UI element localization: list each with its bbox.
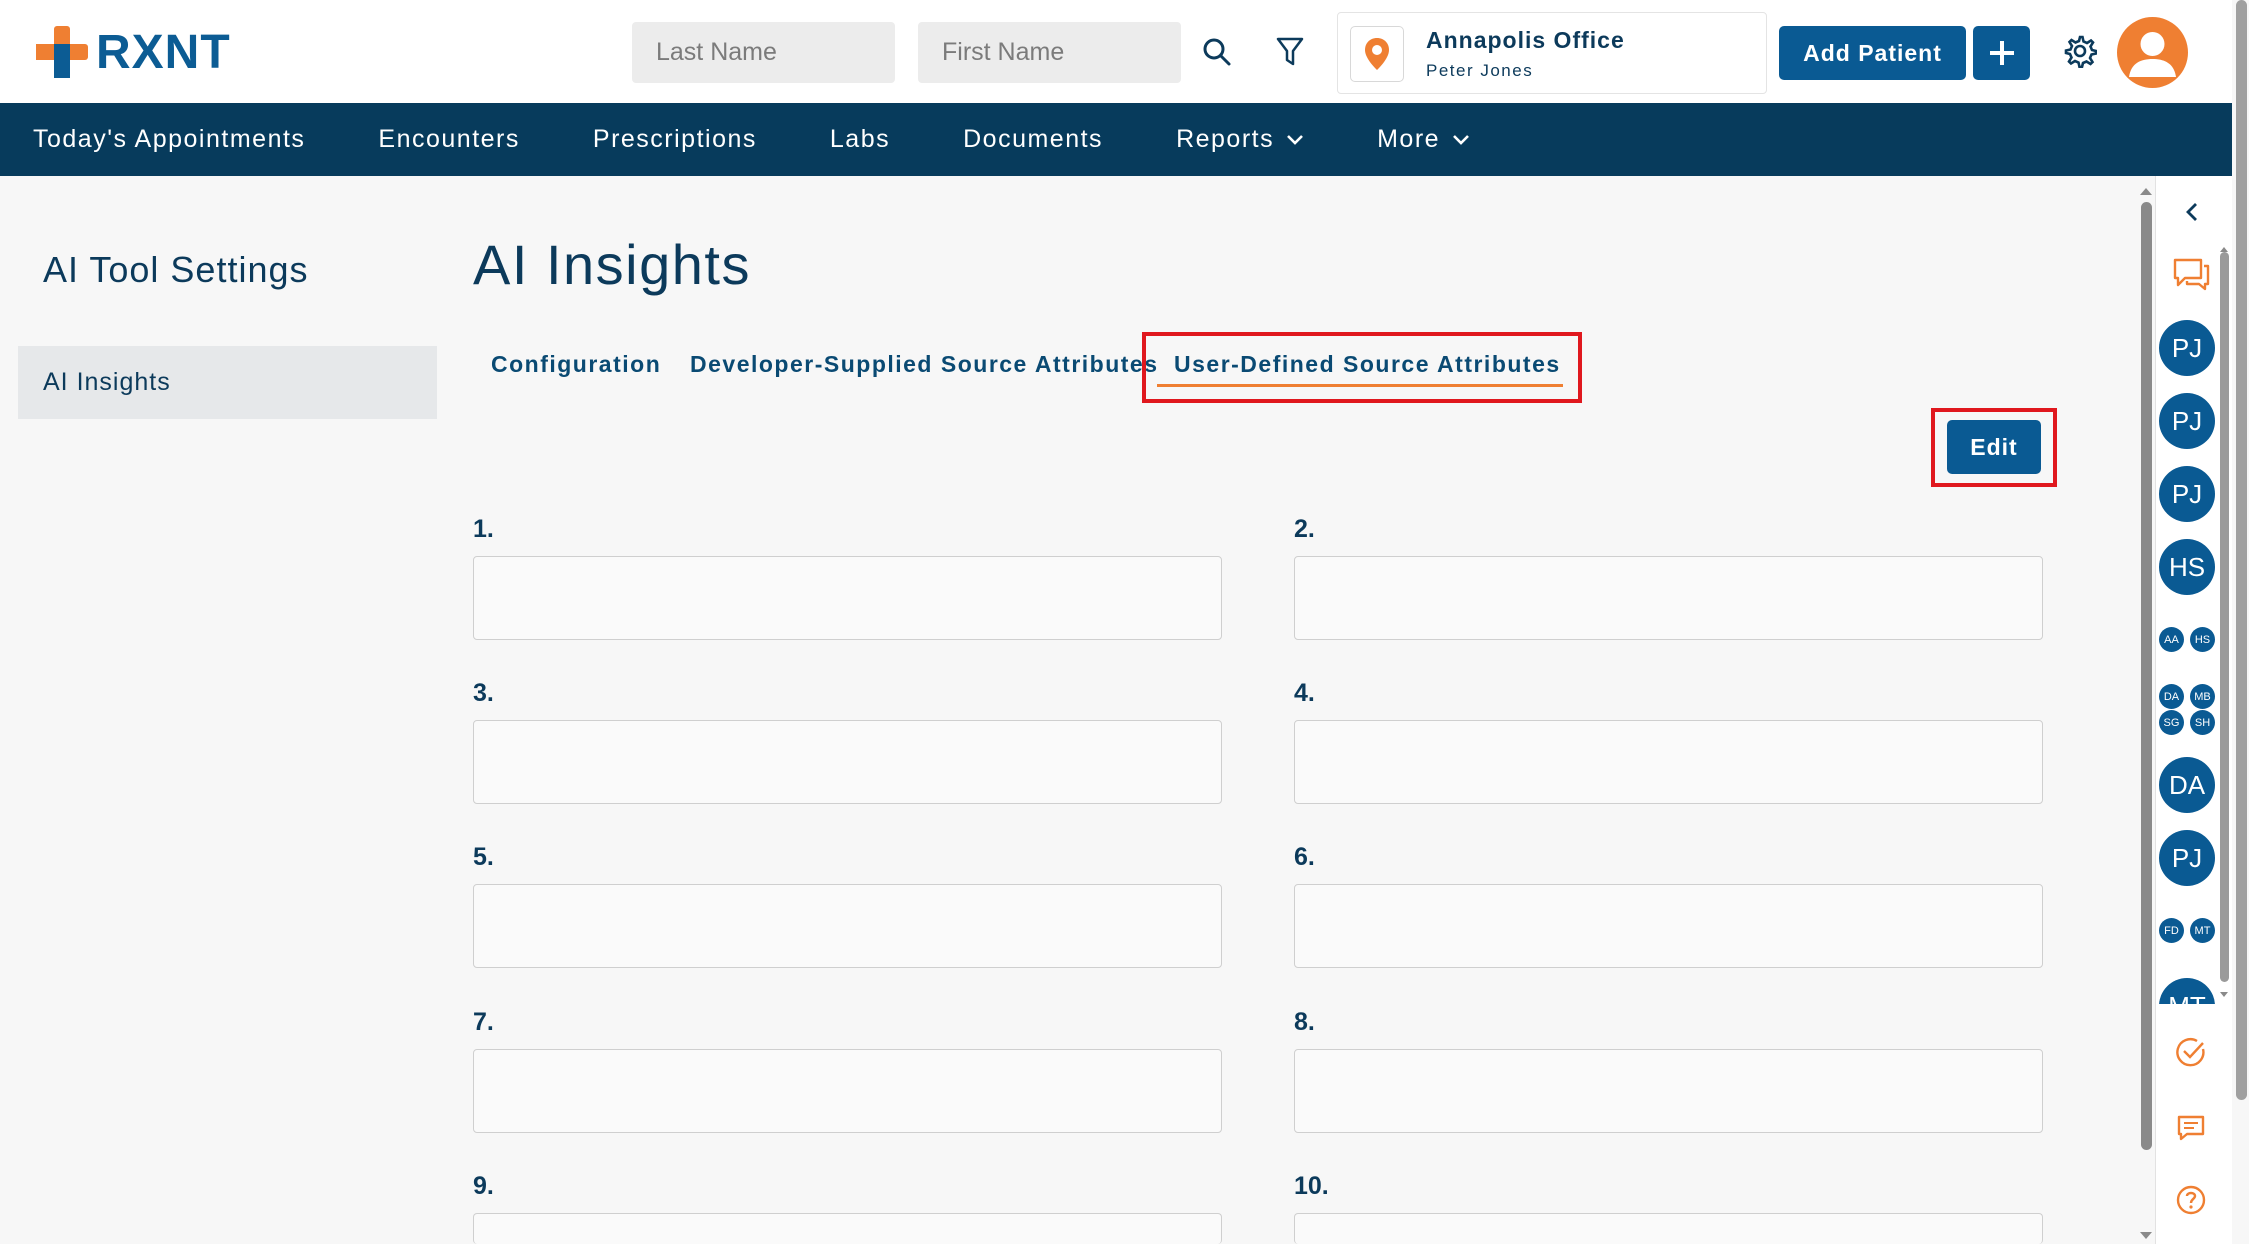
nav-labs[interactable]: Labs <box>830 125 890 154</box>
field-label-6: 6. <box>1294 843 1315 871</box>
office-name: Annapolis Office <box>1426 27 1625 53</box>
group-chat-avatar[interactable]: SH <box>2190 710 2215 735</box>
nav-todays-appointments[interactable]: Today's Appointments <box>33 125 305 154</box>
group-chat-avatar[interactable]: FD <box>2159 918 2184 943</box>
nav-label: Prescriptions <box>592 125 757 153</box>
chat-avatar[interactable]: MT <box>2159 978 2215 1004</box>
chat-avatar[interactable]: HS <box>2159 539 2215 595</box>
rail-scroll-up-icon[interactable] <box>2218 244 2230 254</box>
gear-icon[interactable] <box>2060 31 2100 71</box>
logo-cross-icon <box>36 26 88 78</box>
rail-scroll-thumb[interactable] <box>2220 252 2229 982</box>
field-label-5: 5. <box>473 843 494 871</box>
nav-prescriptions[interactable]: Prescriptions <box>593 125 757 154</box>
group-chat-avatar[interactable]: MT <box>2190 918 2215 943</box>
sidebar-title: AI Tool Settings <box>43 249 309 290</box>
sidebar-item-ai-insights[interactable]: AI Insights <box>18 346 437 419</box>
attribute-input-5[interactable] <box>473 884 1222 968</box>
attribute-input-4[interactable] <box>1294 720 2043 804</box>
scroll-down-icon[interactable] <box>2137 1230 2155 1242</box>
chevron-down-icon <box>1452 134 1470 146</box>
top-header: RXNT Annapolis Office Peter Jones Add Pa… <box>0 0 2232 103</box>
message-icon[interactable] <box>2173 1110 2209 1146</box>
attribute-input-6[interactable] <box>1294 884 2043 968</box>
chat-bubbles-icon[interactable] <box>2169 254 2213 294</box>
attribute-input-8[interactable] <box>1294 1049 2043 1133</box>
attribute-input-1[interactable] <box>473 556 1222 640</box>
attribute-input-3[interactable] <box>473 720 1222 804</box>
nav-more[interactable]: More <box>1377 125 1470 154</box>
attribute-input-2[interactable] <box>1294 556 2043 640</box>
user-avatar[interactable] <box>2117 17 2188 88</box>
field-label-1: 1. <box>473 515 494 543</box>
chat-avatar-cut-wrapper: MT <box>2159 978 2215 1004</box>
field-label-3: 3. <box>473 679 494 707</box>
chevron-left-icon[interactable] <box>2176 196 2208 228</box>
tab-configuration[interactable]: Configuration <box>491 351 661 378</box>
page-title: AI Insights <box>473 233 751 296</box>
chat-avatar[interactable]: PJ <box>2159 320 2215 376</box>
chat-avatar[interactable]: DA <box>2159 757 2215 813</box>
chat-avatar[interactable]: PJ <box>2159 393 2215 449</box>
logo-text: RXNT <box>96 25 231 79</box>
main-nav: Today's Appointments Encounters Prescrip… <box>0 103 2232 176</box>
nav-label: Documents <box>963 125 1104 153</box>
add-patient-button[interactable]: Add Patient <box>1779 26 1966 80</box>
scroll-up-icon[interactable] <box>2137 185 2155 197</box>
nav-label: Encounters <box>378 125 520 153</box>
chevron-down-icon <box>1286 134 1304 146</box>
attribute-input-10[interactable] <box>1294 1213 2043 1244</box>
task-check-icon[interactable] <box>2173 1034 2209 1070</box>
nav-encounters[interactable]: Encounters <box>378 125 519 154</box>
rail-scroll-down-icon[interactable] <box>2218 990 2230 1000</box>
group-chat-avatar[interactable]: HS <box>2190 627 2215 652</box>
user-icon <box>2129 32 2176 77</box>
field-label-7: 7. <box>473 1008 494 1036</box>
group-chat-avatar[interactable]: SG <box>2159 710 2184 735</box>
search-icon[interactable] <box>1197 32 1237 72</box>
sidebar-item-label: AI Insights <box>43 368 171 396</box>
field-label-10: 10. <box>1294 1172 1329 1200</box>
last-name-input[interactable] <box>632 22 895 83</box>
office-selector[interactable]: Annapolis Office Peter Jones <box>1337 12 1767 94</box>
nav-documents[interactable]: Documents <box>963 125 1103 154</box>
nav-label: Labs <box>829 125 891 153</box>
rxnt-logo[interactable]: RXNT <box>34 24 231 80</box>
nav-label: Today's Appointments <box>33 125 306 153</box>
help-icon[interactable] <box>2173 1182 2209 1218</box>
group-chat-avatar[interactable]: AA <box>2159 627 2184 652</box>
group-chat-avatar[interactable]: DA <box>2159 684 2184 709</box>
highlight-box-tab <box>1142 332 1582 403</box>
group-chat-avatar[interactable]: MB <box>2190 684 2215 709</box>
first-name-input[interactable] <box>918 22 1181 83</box>
office-user: Peter Jones <box>1426 61 1534 80</box>
plus-button[interactable] <box>1973 26 2030 80</box>
attribute-input-7[interactable] <box>473 1049 1222 1133</box>
field-label-2: 2. <box>1294 515 1315 543</box>
field-label-8: 8. <box>1294 1008 1315 1036</box>
location-pin-icon <box>1350 26 1404 82</box>
tab-developer-supplied-source-attributes[interactable]: Developer-Supplied Source Attributes <box>690 351 1159 378</box>
main-scroll-thumb[interactable] <box>2141 202 2152 1150</box>
filter-icon[interactable] <box>1270 32 1310 72</box>
chat-avatar[interactable]: PJ <box>2159 830 2215 886</box>
field-label-9: 9. <box>473 1172 494 1200</box>
attribute-input-9[interactable] <box>473 1213 1222 1244</box>
page-scroll-thumb[interactable] <box>2236 0 2247 1100</box>
highlight-box-edit <box>1931 408 2057 487</box>
plus-icon <box>1989 41 2014 65</box>
nav-label: Reports <box>1176 125 1275 153</box>
nav-label: More <box>1377 125 1441 153</box>
nav-reports[interactable]: Reports <box>1176 125 1304 154</box>
field-label-4: 4. <box>1294 679 1315 707</box>
chat-avatar[interactable]: PJ <box>2159 466 2215 522</box>
